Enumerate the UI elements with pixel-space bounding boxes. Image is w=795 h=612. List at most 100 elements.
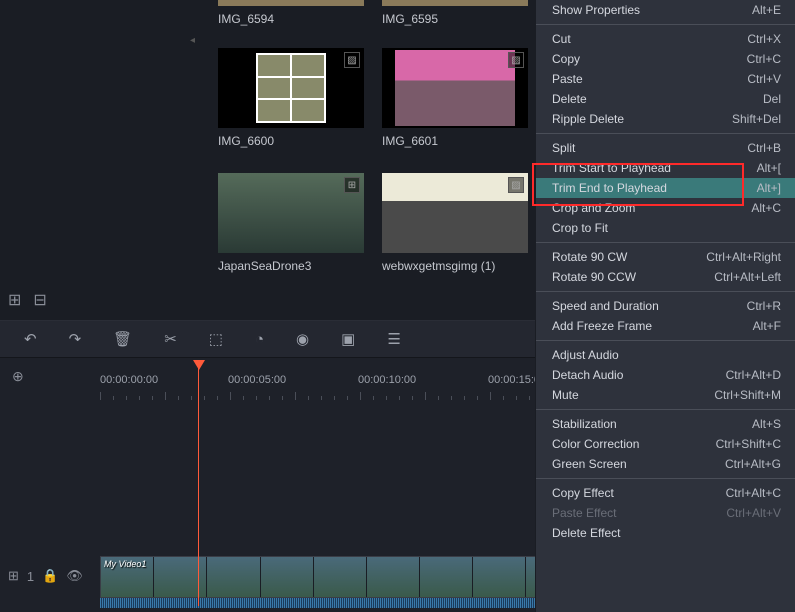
speed-icon[interactable]: ◔	[255, 331, 264, 348]
ruler-time: 00:00:15:0	[488, 374, 540, 386]
thumb-label: webwxgetmsgimg (1)	[382, 259, 528, 273]
menu-shortcut: Ctrl+Shift+C	[716, 437, 781, 451]
menu-separator	[536, 24, 795, 25]
menu-shortcut: Ctrl+V	[747, 72, 781, 86]
media-thumb[interactable]: ⊞ JapanSeaDrone3	[218, 173, 364, 273]
media-thumb[interactable]: IMG_6594	[218, 0, 364, 26]
menu-shortcut: Ctrl+Alt+G	[725, 457, 781, 471]
menu-item[interactable]: Split Ctrl+B	[536, 138, 795, 158]
menu-item[interactable]: Add Freeze FrameAlt+F	[536, 316, 795, 336]
menu-label: Rotate 90 CW	[552, 250, 627, 264]
menu-shortcut: Ctrl+Shift+M	[714, 388, 781, 402]
menu-item[interactable]: Cut Ctrl+X	[536, 29, 795, 49]
menu-item[interactable]: Trim Start to Playhead Alt+[	[536, 158, 795, 178]
menu-item[interactable]: Crop to Fit	[536, 218, 795, 238]
menu-label: Delete Effect	[552, 526, 620, 540]
menu-separator	[536, 133, 795, 134]
delete-folder-icon[interactable]: ⊟	[33, 290, 46, 310]
menu-item[interactable]: Copy Ctrl+C	[536, 49, 795, 69]
ruler-time: 00:00:00:00	[100, 374, 158, 386]
menu-item[interactable]: Detach AudioCtrl+Alt+D	[536, 365, 795, 385]
menu-shortcut: Alt+]	[757, 181, 781, 195]
menu-shortcut: Alt+C	[751, 201, 781, 215]
menu-shortcut: Ctrl+Alt+Left	[714, 270, 781, 284]
menu-shortcut: Shift+Del	[732, 112, 781, 126]
panel-divider-handle[interactable]: ◂	[190, 35, 196, 49]
menu-shortcut: Ctrl+B	[747, 141, 781, 155]
menu-label: Paste Effect	[552, 506, 616, 520]
image-type-icon: ▨	[344, 52, 360, 68]
menu-label: Detach Audio	[552, 368, 623, 382]
menu-label: Copy Effect	[552, 486, 614, 500]
delete-icon[interactable]: 🗑	[113, 330, 132, 348]
media-thumb[interactable]: ▨ IMG_6600	[218, 48, 364, 148]
thumb-label: IMG_6594	[218, 12, 364, 26]
playhead[interactable]	[198, 366, 199, 606]
split-icon[interactable]: ✂	[164, 330, 177, 348]
screenshot-icon[interactable]: ▣	[341, 330, 355, 348]
ruler-time: 00:00:10:00	[358, 374, 416, 386]
redo-icon[interactable]: ↷	[69, 330, 82, 348]
menu-item[interactable]: Speed and DurationCtrl+R	[536, 296, 795, 316]
menu-label: Trim Start to Playhead	[552, 161, 671, 175]
visibility-icon[interactable]: 👁	[66, 568, 83, 584]
menu-shortcut: Alt+[	[757, 161, 781, 175]
crop-icon[interactable]: ⬚	[209, 330, 223, 348]
menu-item[interactable]: Delete Del	[536, 89, 795, 109]
menu-item[interactable]: Color Correction Ctrl+Shift+C	[536, 434, 795, 454]
menu-label: Paste	[552, 72, 583, 86]
menu-item[interactable]: Trim End to Playhead Alt+]	[536, 178, 795, 198]
menu-label: Crop and Zoom	[552, 201, 635, 215]
thumb-label: JapanSeaDrone3	[218, 259, 364, 273]
menu-shortcut: Ctrl+Alt+Right	[706, 250, 781, 264]
menu-separator	[536, 291, 795, 292]
menu-label: Split	[552, 141, 575, 155]
menu-item[interactable]: Stabilization Alt+S	[536, 414, 795, 434]
menu-shortcut: Del	[763, 92, 781, 106]
menu-label: Mute	[552, 388, 579, 402]
media-thumb[interactable]: ▨ webwxgetmsgimg (1)	[382, 173, 528, 273]
add-track-icon[interactable]: ⊕	[12, 368, 24, 385]
menu-shortcut: Alt+F	[753, 319, 781, 333]
menu-label: Color Correction	[552, 437, 639, 451]
menu-label: Cut	[552, 32, 571, 46]
media-thumb[interactable]: IMG_6595	[382, 0, 528, 26]
menu-item[interactable]: Copy EffectCtrl+Alt+C	[536, 483, 795, 503]
color-icon[interactable]: ◉	[296, 330, 309, 348]
menu-label: Delete	[552, 92, 587, 106]
menu-shortcut: Ctrl+X	[747, 32, 781, 46]
menu-item[interactable]: Delete Effect	[536, 523, 795, 543]
menu-label: Green Screen	[552, 457, 627, 471]
menu-separator	[536, 409, 795, 410]
menu-shortcut: Ctrl+C	[747, 52, 781, 66]
menu-label: Rotate 90 CCW	[552, 270, 636, 284]
menu-item[interactable]: Rotate 90 CW Ctrl+Alt+Right	[536, 247, 795, 267]
menu-shortcut: Alt+S	[752, 417, 781, 431]
lock-icon[interactable]: 🔒	[42, 568, 58, 584]
menu-label: Crop to Fit	[552, 221, 608, 235]
ruler-time: 00:00:05:00	[228, 374, 286, 386]
menu-separator	[536, 242, 795, 243]
menu-item[interactable]: Mute Ctrl+Shift+M	[536, 385, 795, 405]
menu-item[interactable]: Adjust Audio	[536, 345, 795, 365]
menu-label: Copy	[552, 52, 580, 66]
track-type-icon[interactable]: ⊞	[8, 568, 19, 584]
thumb-label: IMG_6600	[218, 134, 364, 148]
menu-item[interactable]: Crop and Zoom Alt+C	[536, 198, 795, 218]
menu-label: Stabilization	[552, 417, 617, 431]
menu-item[interactable]: Show PropertiesAlt+E	[536, 0, 795, 20]
menu-item[interactable]: Paste Ctrl+V	[536, 69, 795, 89]
menu-label: Trim End to Playhead	[552, 181, 667, 195]
undo-icon[interactable]: ↶	[24, 330, 37, 348]
menu-item[interactable]: Green Screen Ctrl+Alt+G	[536, 454, 795, 474]
menu-item[interactable]: Rotate 90 CCW Ctrl+Alt+Left	[536, 267, 795, 287]
menu-label: Speed and Duration	[552, 299, 659, 313]
thumb-label: IMG_6601	[382, 134, 528, 148]
menu-shortcut: Ctrl+Alt+V	[726, 506, 781, 520]
clip-label: My Video1	[104, 559, 146, 569]
new-folder-icon[interactable]: ⊞	[8, 290, 21, 310]
media-thumb[interactable]: ▨ IMG_6601	[382, 48, 528, 148]
settings-icon[interactable]: ☰	[387, 330, 400, 348]
image-type-icon: ▨	[508, 52, 524, 68]
menu-item[interactable]: Ripple DeleteShift+Del	[536, 109, 795, 129]
